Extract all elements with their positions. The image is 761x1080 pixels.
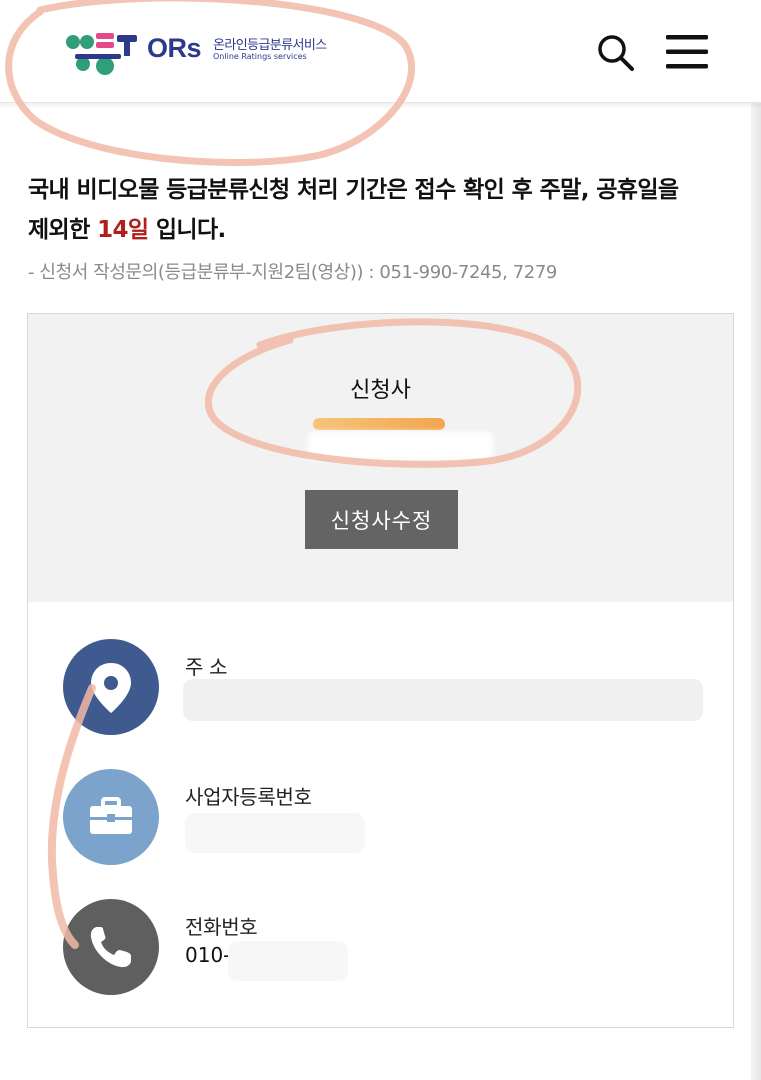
phone-icon-circle xyxy=(63,899,159,995)
notice-line-2-suffix: 입니다. xyxy=(148,217,226,243)
info-row-business-number: 사업자등록번호 xyxy=(63,769,723,869)
search-button[interactable] xyxy=(596,33,636,73)
business-number-icon-circle xyxy=(63,769,159,865)
business-number-label: 사업자등록번호 xyxy=(185,785,312,809)
applicant-name-redacted xyxy=(313,418,445,430)
address-icon-circle xyxy=(63,639,159,735)
notice-line-2: 제외한 14일 입니다. xyxy=(28,210,738,250)
logo-service-name-en: Online Ratings services xyxy=(213,52,307,61)
applicant-title: 신청사 xyxy=(350,378,411,403)
briefcase-icon xyxy=(90,797,132,834)
phone-icon xyxy=(90,927,131,968)
address-redacted xyxy=(183,679,703,721)
phone-label: 전화번호 xyxy=(185,915,258,939)
info-row-address: 주 소 xyxy=(63,639,723,739)
notice-line-2-prefix: 제외한 xyxy=(28,217,98,243)
applicant-detail-redacted xyxy=(308,432,493,460)
processing-period-notice: 국내 비디오물 등급분류신청 처리 기간은 접수 확인 후 주말, 공휴일을 제… xyxy=(28,170,738,250)
info-row-phone: 전화번호 010- xyxy=(63,899,723,999)
business-number-redacted xyxy=(185,813,365,853)
hamburger-menu-icon xyxy=(666,35,708,69)
menu-button[interactable] xyxy=(664,33,710,71)
screen-edge xyxy=(751,0,761,1080)
phone-redacted xyxy=(228,941,348,981)
logo-wordmark: ORs xyxy=(147,33,202,63)
ors-logo[interactable]: ORs 온라인등급분류서비스 Online Ratings services xyxy=(65,30,335,80)
contact-info: - 신청서 작성문의(등급분류부-지원2팀(영상)) : 051-990-724… xyxy=(28,262,557,283)
applicant-summary: 신청사 신청사수정 xyxy=(28,314,733,602)
phone-value: 010- xyxy=(185,943,231,967)
address-label: 주 소 xyxy=(185,655,228,679)
edit-applicant-button[interactable]: 신청사수정 xyxy=(305,490,458,549)
location-pin-icon xyxy=(91,663,131,713)
notice-line-1: 국내 비디오물 등급분류신청 처리 기간은 접수 확인 후 주말, 공휴일을 xyxy=(28,177,679,203)
applicant-card: 신청사 신청사수정 주 소 사업자등록번호 전화번호 010- xyxy=(27,313,734,1028)
search-icon xyxy=(598,35,634,71)
logo-mark-icon xyxy=(66,33,137,75)
logo-service-name-ko: 온라인등급분류서비스 xyxy=(213,38,327,53)
site-header: ORs 온라인등급분류서비스 Online Ratings services xyxy=(0,0,761,103)
notice-highlight-days: 14일 xyxy=(97,217,149,243)
